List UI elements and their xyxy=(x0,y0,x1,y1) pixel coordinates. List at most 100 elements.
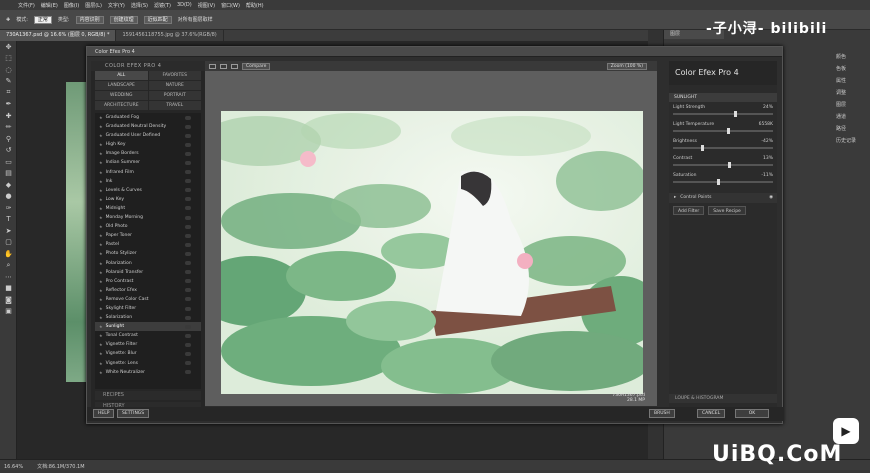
panel-item[interactable]: 属性 xyxy=(836,77,870,84)
filter-item[interactable]: ★ Paper Toner xyxy=(95,231,201,240)
quick-select-icon[interactable]: ✎ xyxy=(0,76,17,88)
menu-edit[interactable]: 编辑(E) xyxy=(41,2,58,9)
menu-filter[interactable]: 滤镜(T) xyxy=(154,2,171,9)
star-icon[interactable]: ★ xyxy=(99,222,103,231)
star-icon[interactable]: ★ xyxy=(99,304,103,313)
filter-item[interactable]: ★ Vignette Filter xyxy=(95,340,201,349)
settings-button[interactable]: SETTINGS xyxy=(117,409,150,418)
panel-item[interactable]: 通道 xyxy=(836,113,870,120)
pen-tool-icon[interactable]: ✑ xyxy=(0,202,17,214)
filter-item[interactable]: ★ Photo Stylizer xyxy=(95,249,201,258)
move-tool-icon[interactable]: ✥ xyxy=(0,41,17,53)
brush-button[interactable]: BRUSH xyxy=(649,409,675,418)
filter-item[interactable]: ★ Remove Color Cast xyxy=(95,295,201,304)
filter-item[interactable]: ★ High Key xyxy=(95,140,201,149)
split-view-icon[interactable] xyxy=(220,63,227,69)
zoom-tool-icon[interactable]: ⌕ xyxy=(0,260,17,272)
preview-eye-icon[interactable] xyxy=(185,279,191,284)
recipes-section[interactable]: RECIPES xyxy=(95,391,201,400)
active-filter-header[interactable]: SUNLIGHT xyxy=(669,93,777,102)
preview-eye-icon[interactable] xyxy=(185,242,191,247)
preview-eye-icon[interactable] xyxy=(185,361,191,366)
preview-eye-icon[interactable] xyxy=(185,224,191,229)
menu-layer[interactable]: 图层(L) xyxy=(85,2,102,9)
slider-track[interactable] xyxy=(673,179,773,185)
preview-eye-icon[interactable] xyxy=(185,351,191,356)
star-icon[interactable]: ★ xyxy=(99,131,103,140)
filter-item[interactable]: ★ Image Borders xyxy=(95,149,201,158)
stamp-tool-icon[interactable]: ⚲ xyxy=(0,133,17,145)
preview-eye-icon[interactable] xyxy=(185,233,191,238)
slider-knob[interactable] xyxy=(734,111,737,117)
marquee-tool-icon[interactable]: ⬚ xyxy=(0,53,17,65)
panel-item[interactable]: 图层 xyxy=(836,101,870,108)
panel-item[interactable]: 颜色 xyxy=(836,53,870,60)
category-wedding[interactable]: WEDDING xyxy=(95,91,148,100)
filter-item[interactable]: ★ Low Key xyxy=(95,195,201,204)
preview-eye-icon[interactable] xyxy=(185,215,191,220)
star-icon[interactable]: ★ xyxy=(99,186,103,195)
menu-window[interactable]: 窗口(W) xyxy=(221,2,240,9)
preview-eye-icon[interactable] xyxy=(185,151,191,156)
category-travel[interactable]: TRAVEL xyxy=(148,101,201,110)
healing-brush-icon[interactable]: ✚ xyxy=(6,17,10,23)
preview-eye-icon[interactable] xyxy=(185,133,191,138)
filter-item[interactable]: ★ Indian Summer xyxy=(95,158,201,167)
add-point-icon[interactable]: ◉ xyxy=(769,193,773,203)
star-icon[interactable]: ★ xyxy=(99,113,103,122)
side-by-side-icon[interactable] xyxy=(231,63,238,69)
preview-eye-icon[interactable] xyxy=(185,161,191,166)
dodge-tool-icon[interactable]: ● xyxy=(0,191,17,203)
preview-eye-icon[interactable] xyxy=(185,324,191,329)
type-tool-icon[interactable]: T xyxy=(0,214,17,226)
preview-eye-icon[interactable] xyxy=(185,206,191,211)
healing-tool-icon[interactable]: ✚ xyxy=(0,110,17,122)
star-icon[interactable]: ★ xyxy=(99,122,103,131)
preview-eye-icon[interactable] xyxy=(185,315,191,320)
filter-item[interactable]: ★ Graduated Neutral Density xyxy=(95,122,201,131)
slider-knob[interactable] xyxy=(727,128,730,134)
add-filter-button[interactable]: Add Filter xyxy=(673,206,705,215)
history-brush-icon[interactable]: ↺ xyxy=(0,145,17,157)
category-nature[interactable]: NATURE xyxy=(148,81,201,90)
param-slider[interactable]: Saturation -11% xyxy=(669,170,777,187)
path-select-icon[interactable]: ➤ xyxy=(0,225,17,237)
slider-knob[interactable] xyxy=(701,145,704,151)
preview-photo[interactable] xyxy=(221,111,643,394)
panel-item[interactable]: 历史记录 xyxy=(836,137,870,144)
doc-tab-2[interactable]: 1591456118755.jpg @ 37.6%(RGB/8) xyxy=(116,30,224,41)
star-icon[interactable]: ★ xyxy=(99,295,103,304)
quick-mask-icon[interactable]: ◙ xyxy=(0,294,17,306)
star-icon[interactable]: ★ xyxy=(99,213,103,222)
star-icon[interactable]: ★ xyxy=(99,277,103,286)
hand-tool-icon[interactable]: ✋ xyxy=(0,248,17,260)
panel-item[interactable]: 调整 xyxy=(836,89,870,96)
star-icon[interactable]: ★ xyxy=(99,368,103,377)
preview-eye-icon[interactable] xyxy=(185,142,191,147)
star-icon[interactable]: ★ xyxy=(99,195,103,204)
filter-item[interactable]: ★ Graduated Fog xyxy=(95,113,201,122)
panel-item[interactable]: 路径 xyxy=(836,125,870,132)
filter-item[interactable]: ★ Graduated User Defined xyxy=(95,131,201,140)
save-recipe-button[interactable]: Save Recipe xyxy=(708,206,746,215)
preview-eye-icon[interactable] xyxy=(185,188,191,193)
content-aware-button[interactable]: 内容识别 xyxy=(75,15,104,24)
star-icon[interactable]: ★ xyxy=(99,331,103,340)
preview-eye-icon[interactable] xyxy=(185,306,191,311)
gradient-tool-icon[interactable]: ▤ xyxy=(0,168,17,180)
more-tools-icon[interactable]: ⋯ xyxy=(0,271,17,283)
star-icon[interactable]: ★ xyxy=(99,231,103,240)
sample-all-layers-checkbox[interactable]: 对所有图层取样 xyxy=(178,16,213,23)
eraser-tool-icon[interactable]: ▭ xyxy=(0,156,17,168)
filter-item[interactable]: ★ Vignette: Blur xyxy=(95,349,201,358)
menu-help[interactable]: 帮助(H) xyxy=(246,2,264,9)
zoom-select[interactable]: Zoom (100 %) xyxy=(606,62,647,70)
control-points-row[interactable]: ▸ Control Points ◉ xyxy=(669,193,777,203)
filter-item[interactable]: ★ Solarization xyxy=(95,313,201,322)
star-icon[interactable]: ★ xyxy=(99,249,103,258)
preview-eye-icon[interactable] xyxy=(185,261,191,266)
loupe-histogram[interactable]: LOUPE & HISTOGRAM xyxy=(669,394,777,403)
filter-item[interactable]: ★ Polarization xyxy=(95,259,201,268)
param-slider[interactable]: Light Temperature 6558K xyxy=(669,119,777,136)
cancel-button[interactable]: CANCEL xyxy=(697,409,726,418)
